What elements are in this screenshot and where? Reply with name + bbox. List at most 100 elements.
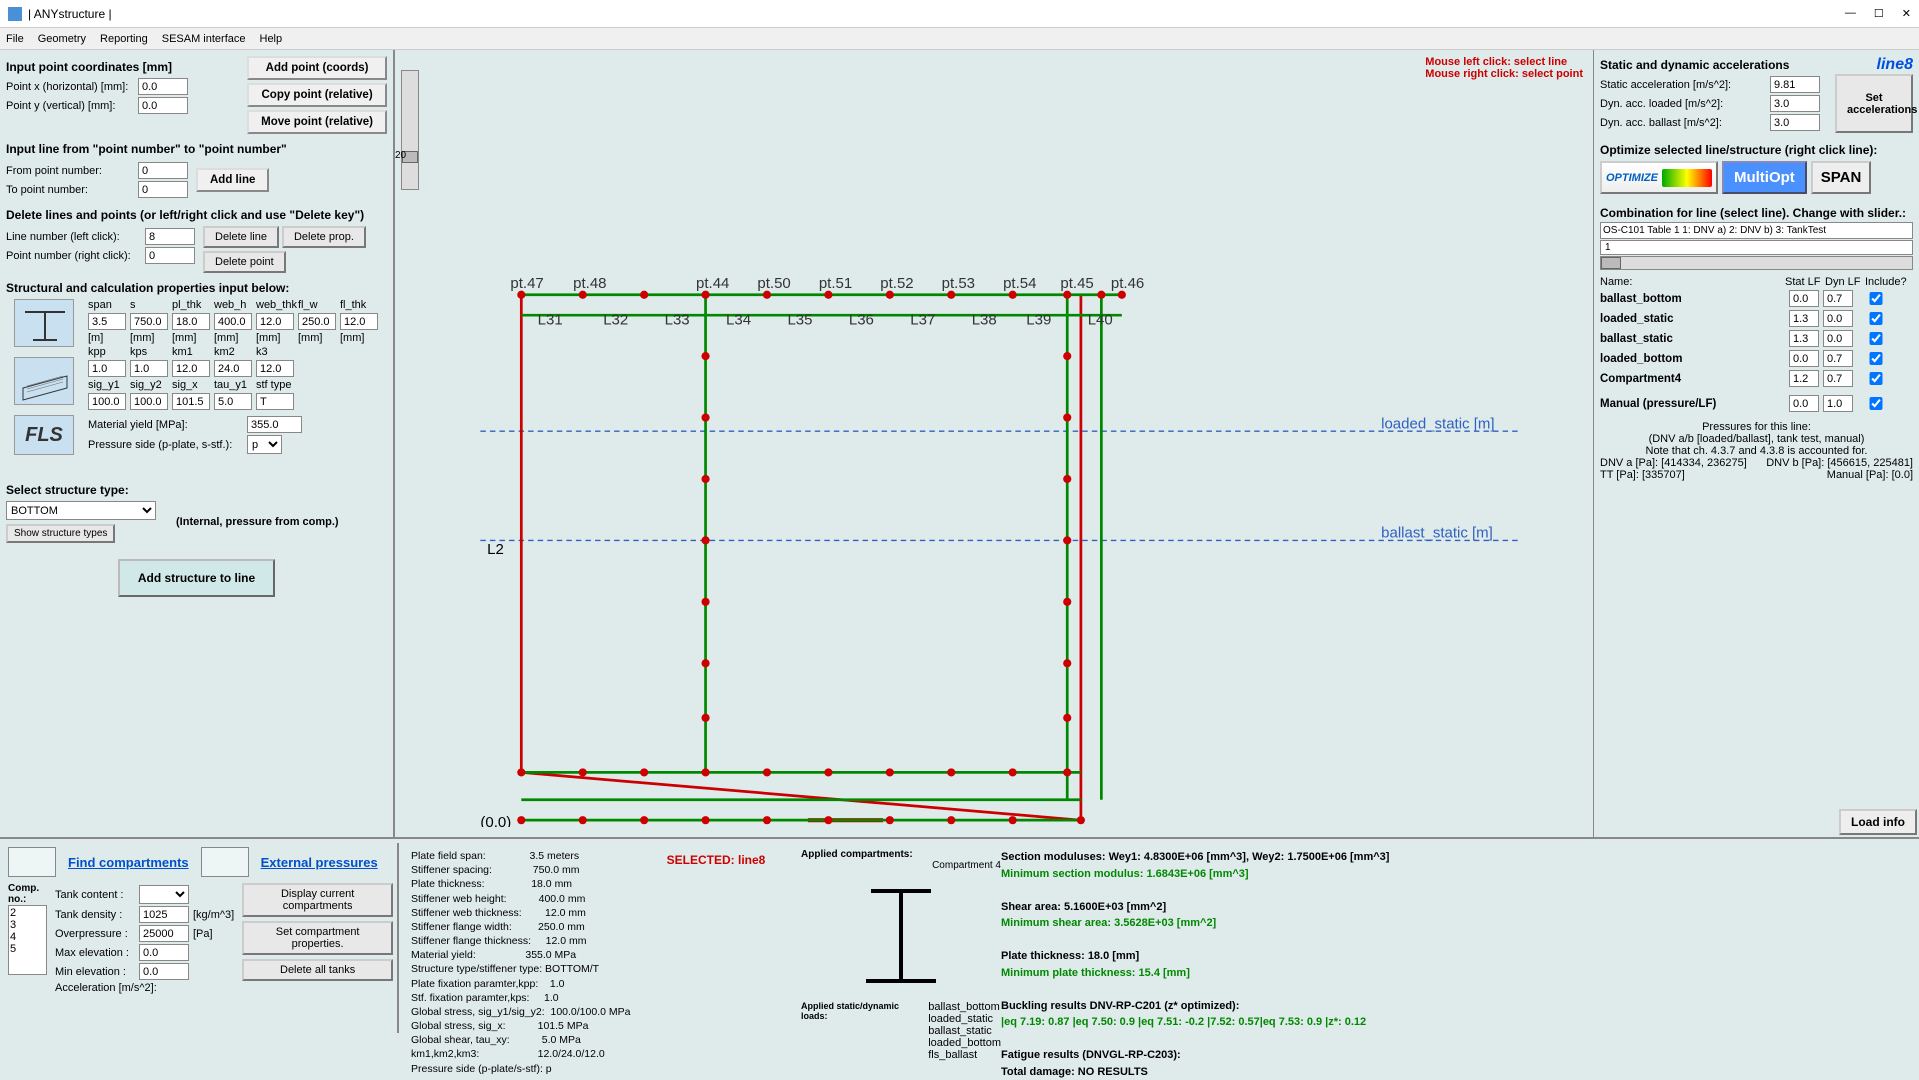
manual-p-input[interactable] (1789, 395, 1819, 412)
maximize-icon[interactable]: ☐ (1874, 7, 1884, 20)
combo-stat-input[interactable] (1789, 370, 1819, 387)
internal-note: (Internal, pressure from comp.) (176, 516, 339, 528)
move-point-button[interactable]: Move point (relative) (247, 110, 387, 134)
close-icon[interactable]: ✕ (1902, 7, 1911, 20)
svg-text:pt.51: pt.51 (819, 275, 852, 292)
prop-input[interactable] (214, 393, 252, 410)
minelev-input[interactable] (139, 963, 189, 980)
display-comp-button[interactable]: Display current compartments (242, 883, 393, 917)
show-types-button[interactable]: Show structure types (6, 524, 115, 543)
density-input[interactable] (139, 906, 189, 923)
svg-text:Line 8: Line 8 (835, 825, 878, 827)
prop-input[interactable] (88, 313, 126, 330)
combo-include-check[interactable] (1861, 332, 1891, 345)
svg-text:L35: L35 (787, 312, 812, 329)
manual-lf-input[interactable] (1823, 395, 1853, 412)
combo-include-check[interactable] (1861, 372, 1891, 385)
selected-label: SELECTED: line8 (631, 853, 801, 867)
prop-input[interactable] (256, 360, 294, 377)
manual-include-check[interactable] (1861, 397, 1891, 410)
geometry-plot[interactable]: loaded_static [m] ballast_static [m] (415, 90, 1583, 827)
menu-help[interactable]: Help (260, 33, 283, 45)
selstruct-label: Select structure type: (6, 483, 387, 497)
prop-input[interactable] (172, 313, 210, 330)
combo-include-check[interactable] (1861, 352, 1891, 365)
add-structure-button[interactable]: Add structure to line (118, 559, 275, 597)
prop-input[interactable] (130, 393, 168, 410)
combo-dyn-input[interactable] (1823, 310, 1853, 327)
prop-input[interactable] (298, 313, 336, 330)
multiopt-button[interactable]: MultiOpt (1722, 161, 1807, 194)
prop-input[interactable] (214, 313, 252, 330)
delete-prop-button[interactable]: Delete prop. (282, 226, 366, 248)
span-button[interactable]: SPAN (1811, 161, 1872, 194)
compno-label: Comp. no.: (8, 883, 47, 905)
px-input[interactable] (138, 78, 188, 95)
prop-input[interactable] (130, 313, 168, 330)
menu-reporting[interactable]: Reporting (100, 33, 148, 45)
svg-text:(0,0): (0,0) (480, 814, 511, 827)
prop-input[interactable] (256, 393, 294, 410)
combo-stat-input[interactable] (1789, 290, 1819, 307)
struct-type-select[interactable]: BOTTOM (6, 501, 156, 520)
set-comp-button[interactable]: Set compartment properties. (242, 921, 393, 955)
svg-text:L36: L36 (849, 312, 874, 329)
combo-dyn-input[interactable] (1823, 370, 1853, 387)
comp-list[interactable]: 2345 (8, 905, 47, 975)
combo-stat-input[interactable] (1789, 330, 1819, 347)
prop-input[interactable] (130, 360, 168, 377)
external-pressures-link[interactable]: External pressures (261, 855, 378, 870)
py-input[interactable] (138, 97, 188, 114)
pointnum-label: Point number (right click): (6, 250, 141, 262)
menu-file[interactable]: File (6, 33, 24, 45)
add-line-button[interactable]: Add line (196, 168, 269, 192)
overpressure-input[interactable] (139, 925, 189, 942)
combo-dyn-input[interactable] (1823, 290, 1853, 307)
dyn-loaded-input[interactable] (1770, 95, 1820, 112)
delete-point-button[interactable]: Delete point (203, 251, 286, 273)
maxelev-input[interactable] (139, 944, 189, 961)
copy-point-button[interactable]: Copy point (relative) (247, 83, 387, 107)
external-icon (201, 847, 249, 877)
prop-input[interactable] (88, 393, 126, 410)
combo-include-check[interactable] (1861, 292, 1891, 305)
svg-text:L34: L34 (726, 312, 751, 329)
pointnum-input[interactable] (145, 247, 195, 264)
yield-input[interactable] (247, 416, 302, 433)
prop-input[interactable] (88, 360, 126, 377)
tank-content-select[interactable] (139, 885, 189, 904)
delete-line-button[interactable]: Delete line (203, 226, 279, 248)
delete-tanks-button[interactable]: Delete all tanks (242, 959, 393, 981)
svg-text:L10: L10 (958, 825, 983, 827)
load-info-button[interactable]: Load info (1839, 809, 1917, 835)
svg-text:pt.52: pt.52 (880, 275, 913, 292)
add-point-button[interactable]: Add point (coords) (247, 56, 387, 80)
combo-dyn-input[interactable] (1823, 330, 1853, 347)
prop-input[interactable] (172, 360, 210, 377)
minimize-icon[interactable]: ― (1845, 7, 1856, 20)
svg-text:loaded_static [m]: loaded_static [m] (1381, 415, 1494, 432)
to-input[interactable] (138, 181, 188, 198)
optimize-button[interactable]: OPTIMIZE (1600, 161, 1718, 194)
opt-title: Optimize selected line/structure (right … (1600, 143, 1913, 157)
combo-dyn-input[interactable] (1823, 350, 1853, 367)
static-acc-input[interactable] (1770, 76, 1820, 93)
from-input[interactable] (138, 162, 188, 179)
prop-input[interactable] (214, 360, 252, 377)
linenum-input[interactable] (145, 228, 195, 245)
find-compartments-link[interactable]: Find compartments (68, 855, 189, 870)
combo-stat-input[interactable] (1789, 310, 1819, 327)
svg-text:pt.46: pt.46 (1111, 275, 1144, 292)
prop-input[interactable] (340, 313, 378, 330)
prop-input[interactable] (172, 393, 210, 410)
menu-geometry[interactable]: Geometry (38, 33, 86, 45)
combo-slider[interactable] (1600, 256, 1913, 270)
combo-include-check[interactable] (1861, 312, 1891, 325)
menu-sesam[interactable]: SESAM interface (162, 33, 246, 45)
combo-stat-input[interactable] (1789, 350, 1819, 367)
prop-input[interactable] (256, 313, 294, 330)
set-accel-button[interactable]: Set accelerations (1835, 74, 1913, 133)
dyn-ballast-input[interactable] (1770, 114, 1820, 131)
pside-select[interactable]: p (247, 435, 282, 454)
bottom-panel: Find compartments External pressures Com… (0, 837, 1919, 1037)
